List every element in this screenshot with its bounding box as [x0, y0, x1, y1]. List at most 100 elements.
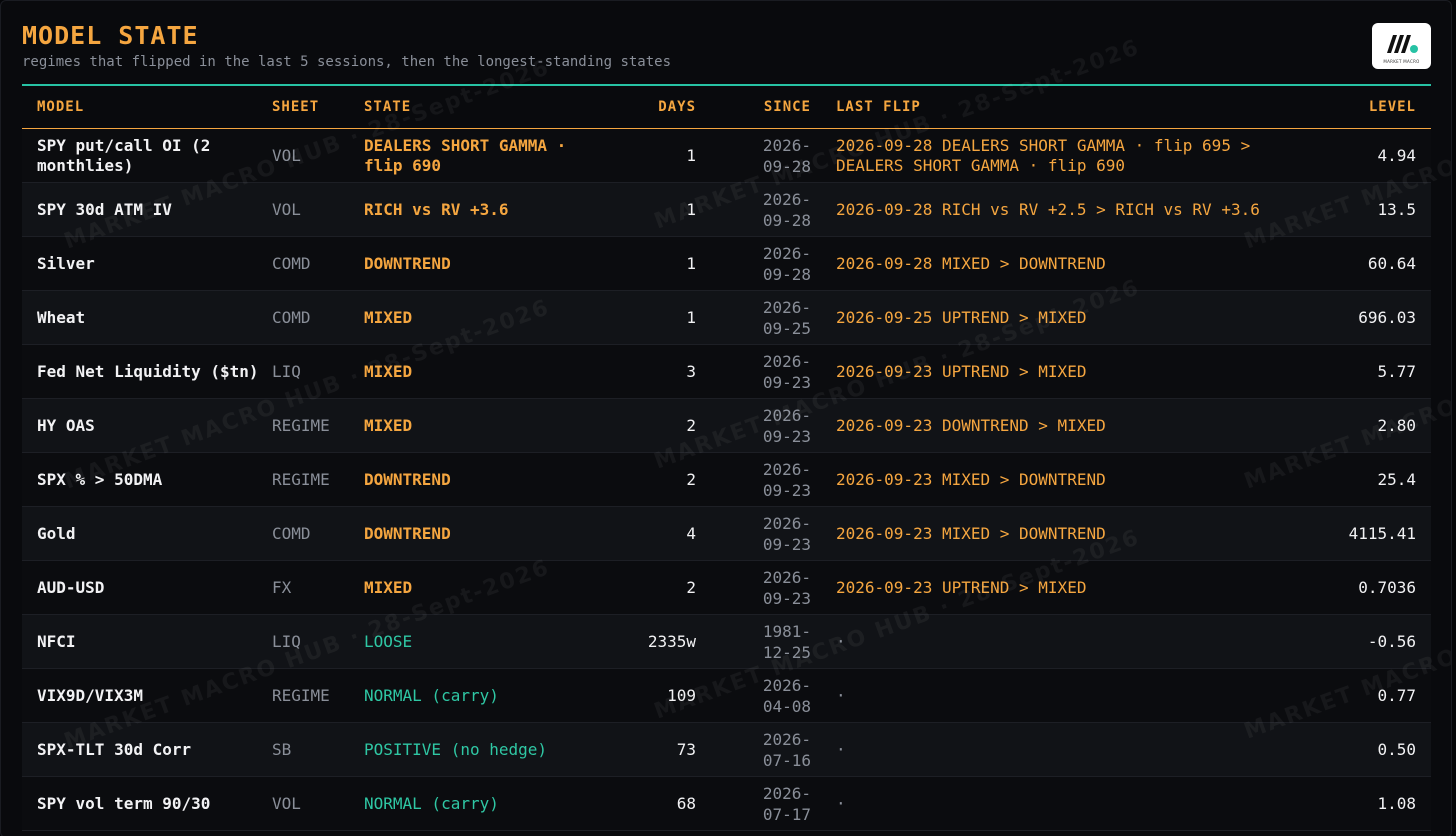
- cell-last-flip: 2026-09-23 UPTREND > MIXED: [836, 344, 1291, 399]
- cell-model: AUD-USD: [22, 560, 272, 615]
- since-month-day: 07-16: [762, 750, 811, 770]
- cell-last-flip: 2026-09-23 DOWNTREND > MIXED: [836, 398, 1291, 453]
- cell-level: 0.50: [1291, 722, 1431, 777]
- table-row[interactable]: Gold COMD DOWNTREND 4 2026- 09-23 2026-09-23 M…: [22, 506, 1431, 561]
- cell-state: DEALERS SHORT GAMMA · flip 690: [364, 128, 600, 183]
- since-month-day: 09-23: [762, 588, 811, 608]
- cell-model: VIX9D/VIX3M: [22, 668, 272, 723]
- cell-since: 2026- 07-16: [706, 722, 836, 777]
- column-header-model[interactable]: MODEL: [22, 86, 272, 129]
- cell-since: 2026- 07-17: [706, 776, 836, 831]
- cell-days: 68: [600, 776, 706, 831]
- cell-days: 3: [600, 344, 706, 399]
- since-month-day: 04-08: [762, 696, 811, 716]
- since-month-day: 09-23: [762, 534, 811, 554]
- cell-level: 696.03: [1291, 290, 1431, 345]
- table-row[interactable]: Silver COMD DOWNTREND 1 2026- 09-28 2026-09-28…: [22, 236, 1431, 291]
- cell-last-flip: ·: [836, 722, 1291, 777]
- cell-since: 2026- 09-23: [706, 344, 836, 399]
- table-row[interactable]: Fed Net Liquidity ($tn) LIQ MIXED 3 2026- 09-…: [22, 344, 1431, 399]
- cell-state: NORMAL (carry): [364, 668, 600, 723]
- table-row[interactable]: SPX % > 50DMA REGIME DOWNTREND 2 2026- 09-23 2…: [22, 452, 1431, 507]
- cell-model: Wheat: [22, 290, 272, 345]
- cell-since: 2026- 09-28: [706, 236, 836, 291]
- cell-state: DOWNTREND: [364, 236, 600, 291]
- since-month-day: 09-28: [762, 264, 811, 284]
- cell-model: Silver: [22, 236, 272, 291]
- since-month-day: 09-23: [762, 372, 811, 392]
- table-row[interactable]: HY OAS REGIME MIXED 2 2026- 09-23 2026-09-23 D…: [22, 398, 1431, 453]
- since-year: 2026-: [762, 459, 811, 479]
- column-header-last-flip[interactable]: LAST FLIP: [836, 86, 1291, 129]
- cell-days: 2335w: [600, 614, 706, 669]
- cell-level: 0.77: [1291, 668, 1431, 723]
- cell-last-flip: ·: [836, 614, 1291, 669]
- cell-last-flip: 2026-09-23 MIXED > DOWNTREND: [836, 506, 1291, 561]
- cell-days: 1: [600, 290, 706, 345]
- table-row[interactable]: SPY put/call OI (2 monthlies) VOL DEALERS …: [22, 128, 1431, 183]
- cell-last-flip: 2026-09-28 MIXED > DOWNTREND: [836, 236, 1291, 291]
- cell-since: 2026- 09-23: [706, 560, 836, 615]
- cell-model: SPY 30d ATM IV: [22, 182, 272, 237]
- cell-sheet: REGIME: [272, 668, 364, 723]
- table-header-row: MODEL SHEET STATE DAYS SINCE LAST FLIP L…: [22, 86, 1431, 129]
- cell-since: 2026- 09-23: [706, 452, 836, 507]
- table-row[interactable]: SPY vol term 90/30 VOL NORMAL (carry) 68 202…: [22, 776, 1431, 831]
- cell-state: MIXED: [364, 560, 600, 615]
- cell-last-flip: 2026-09-28 DEALERS SHORT GAMMA · flip 69…: [836, 128, 1291, 183]
- cell-since: 1981- 12-25: [706, 614, 836, 669]
- cell-days: 1: [600, 236, 706, 291]
- cell-model: SPY vol term 90/30: [22, 776, 272, 831]
- since-month-day: 09-25: [762, 318, 811, 338]
- cell-model: SPX % > 50DMA: [22, 452, 272, 507]
- cell-days: 4: [600, 506, 706, 561]
- since-year: 2026-: [762, 405, 811, 425]
- table-row[interactable]: Wheat COMD MIXED 1 2026- 09-25 2026-09-25 UPTR…: [22, 290, 1431, 345]
- table-row[interactable]: SPX-TLT 30d Corr SB POSITIVE (no hedge) 73 2…: [22, 722, 1431, 777]
- cell-level: 2.80: [1291, 398, 1431, 453]
- cell-level: 4.94: [1291, 128, 1431, 183]
- since-year: 2026-: [762, 135, 811, 155]
- since-month-day: 09-28: [762, 156, 811, 176]
- cell-days: 2: [600, 398, 706, 453]
- cell-model: NFCI: [22, 614, 272, 669]
- since-year: 2026-: [762, 189, 811, 209]
- table-row[interactable]: SPY 30d ATM IV VOL RICH vs RV +3.6 1 2026- 09…: [22, 182, 1431, 237]
- cell-level: 13.5: [1291, 182, 1431, 237]
- since-year: 2026-: [762, 783, 811, 803]
- cell-since: 2026- 09-23: [706, 398, 836, 453]
- cell-state: MIXED: [364, 344, 600, 399]
- cell-state: LOOSE: [364, 614, 600, 669]
- since-month-day: 07-17: [762, 804, 811, 824]
- cell-state: RICH vs RV +3.6: [364, 182, 600, 237]
- cell-sheet: LIQ: [272, 614, 364, 669]
- since-year: 1981-: [762, 621, 811, 641]
- market-macro-logo[interactable]: MARKET MACRO: [1372, 23, 1431, 69]
- cell-sheet: REGIME: [272, 398, 364, 453]
- since-month-day: 12-25: [762, 642, 811, 662]
- since-year: 2026-: [762, 243, 811, 263]
- cell-sheet: COMD: [272, 236, 364, 291]
- cell-days: 1: [600, 128, 706, 183]
- table-row[interactable]: AUD-USD FX MIXED 2 2026- 09-23 2026-09-23 UPTR…: [22, 560, 1431, 615]
- cell-state: DOWNTREND: [364, 506, 600, 561]
- cell-level: 1.08: [1291, 776, 1431, 831]
- cell-level: 0.7036: [1291, 560, 1431, 615]
- cell-last-flip: 2026-09-23 UPTREND > MIXED: [836, 560, 1291, 615]
- column-header-level[interactable]: LEVEL: [1291, 86, 1431, 129]
- since-year: 2026-: [762, 297, 811, 317]
- cell-sheet: SB: [272, 722, 364, 777]
- cell-days: 2: [600, 452, 706, 507]
- cell-level: 60.64: [1291, 236, 1431, 291]
- cell-state: POSITIVE (no hedge): [364, 722, 600, 777]
- since-year: 2026-: [762, 513, 811, 533]
- cell-since: 2026- 09-23: [706, 506, 836, 561]
- column-header-days[interactable]: DAYS: [600, 86, 706, 129]
- table-row[interactable]: VIX9D/VIX3M REGIME NORMAL (carry) 109 2026- 0…: [22, 668, 1431, 723]
- column-header-since[interactable]: SINCE: [706, 86, 836, 129]
- column-header-sheet[interactable]: SHEET: [272, 86, 364, 129]
- column-header-state[interactable]: STATE: [364, 86, 600, 129]
- table-row[interactable]: NFCI LIQ LOOSE 2335w 1981- 12-25 · -0.56: [22, 614, 1431, 669]
- cell-days: 73: [600, 722, 706, 777]
- since-year: 2026-: [762, 567, 811, 587]
